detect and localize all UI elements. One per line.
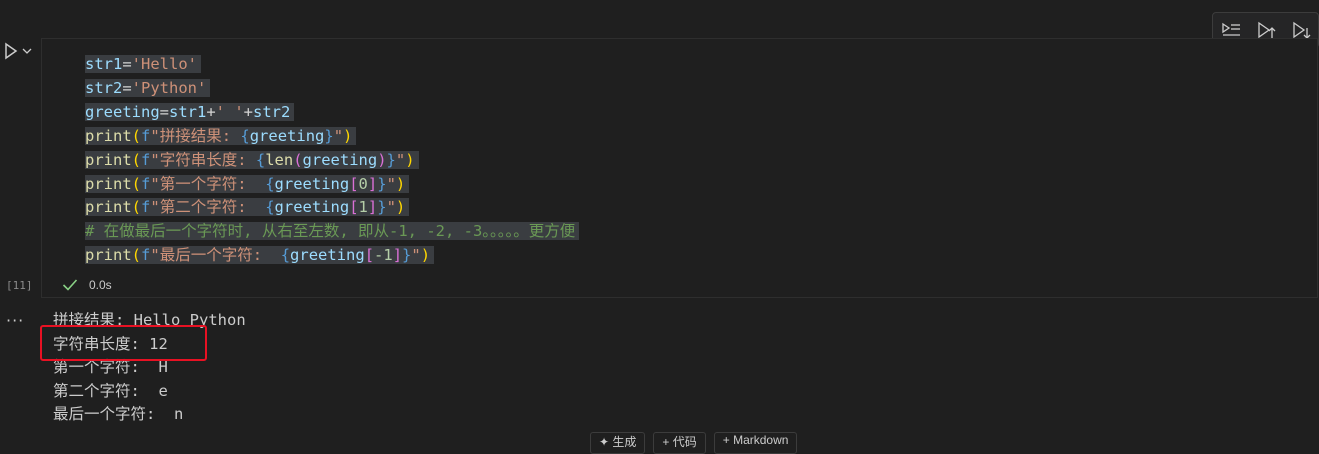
run-cell-controls [0, 38, 40, 64]
highlight-annotation-box [40, 325, 207, 361]
code-line: print(f"拼接结果: {greeting}") [85, 125, 579, 149]
cell-status: 0.0s [61, 276, 112, 294]
code-block[interactable]: str1='Hello' str2='Python' greeting=str1… [85, 53, 580, 268]
output-line: 第二个字符: e [53, 381, 168, 400]
execution-time: 0.0s [89, 278, 112, 292]
code-line: print(f"字符串长度: {len(greeting)}") [85, 149, 579, 173]
code-line: print(f"第二个字符: {greeting[1]}") [85, 196, 579, 220]
output-line: 最后一个字符: n [53, 405, 184, 423]
generate-button[interactable]: ✦ 生成 [590, 432, 646, 454]
add-code-button[interactable]: + 代码 [653, 432, 706, 454]
execution-count: [11] [6, 279, 33, 292]
add-cell-toolbar: ✦ 生成 + 代码 + Markdown [590, 432, 798, 454]
chevron-down-icon[interactable] [20, 44, 34, 58]
code-line: str2='Python' [85, 77, 579, 101]
check-icon [61, 276, 79, 294]
code-line: print(f"第一个字符: {greeting[0]}") [85, 173, 579, 197]
output-more-icon[interactable]: ··· [6, 311, 24, 330]
add-markdown-button[interactable]: + Markdown [713, 432, 798, 454]
code-comment-line: # 在做最后一个字符时, 从右至左数, 即从-1, -2, -3。。。。。更方便 [85, 220, 580, 244]
code-line: greeting=str1+' '+str2 [85, 101, 579, 125]
run-cell-icon[interactable] [2, 40, 20, 62]
code-line: str1='Hello' [85, 53, 579, 77]
code-line: print(f"最后一个字符: {greeting[-1]}") [85, 244, 579, 268]
